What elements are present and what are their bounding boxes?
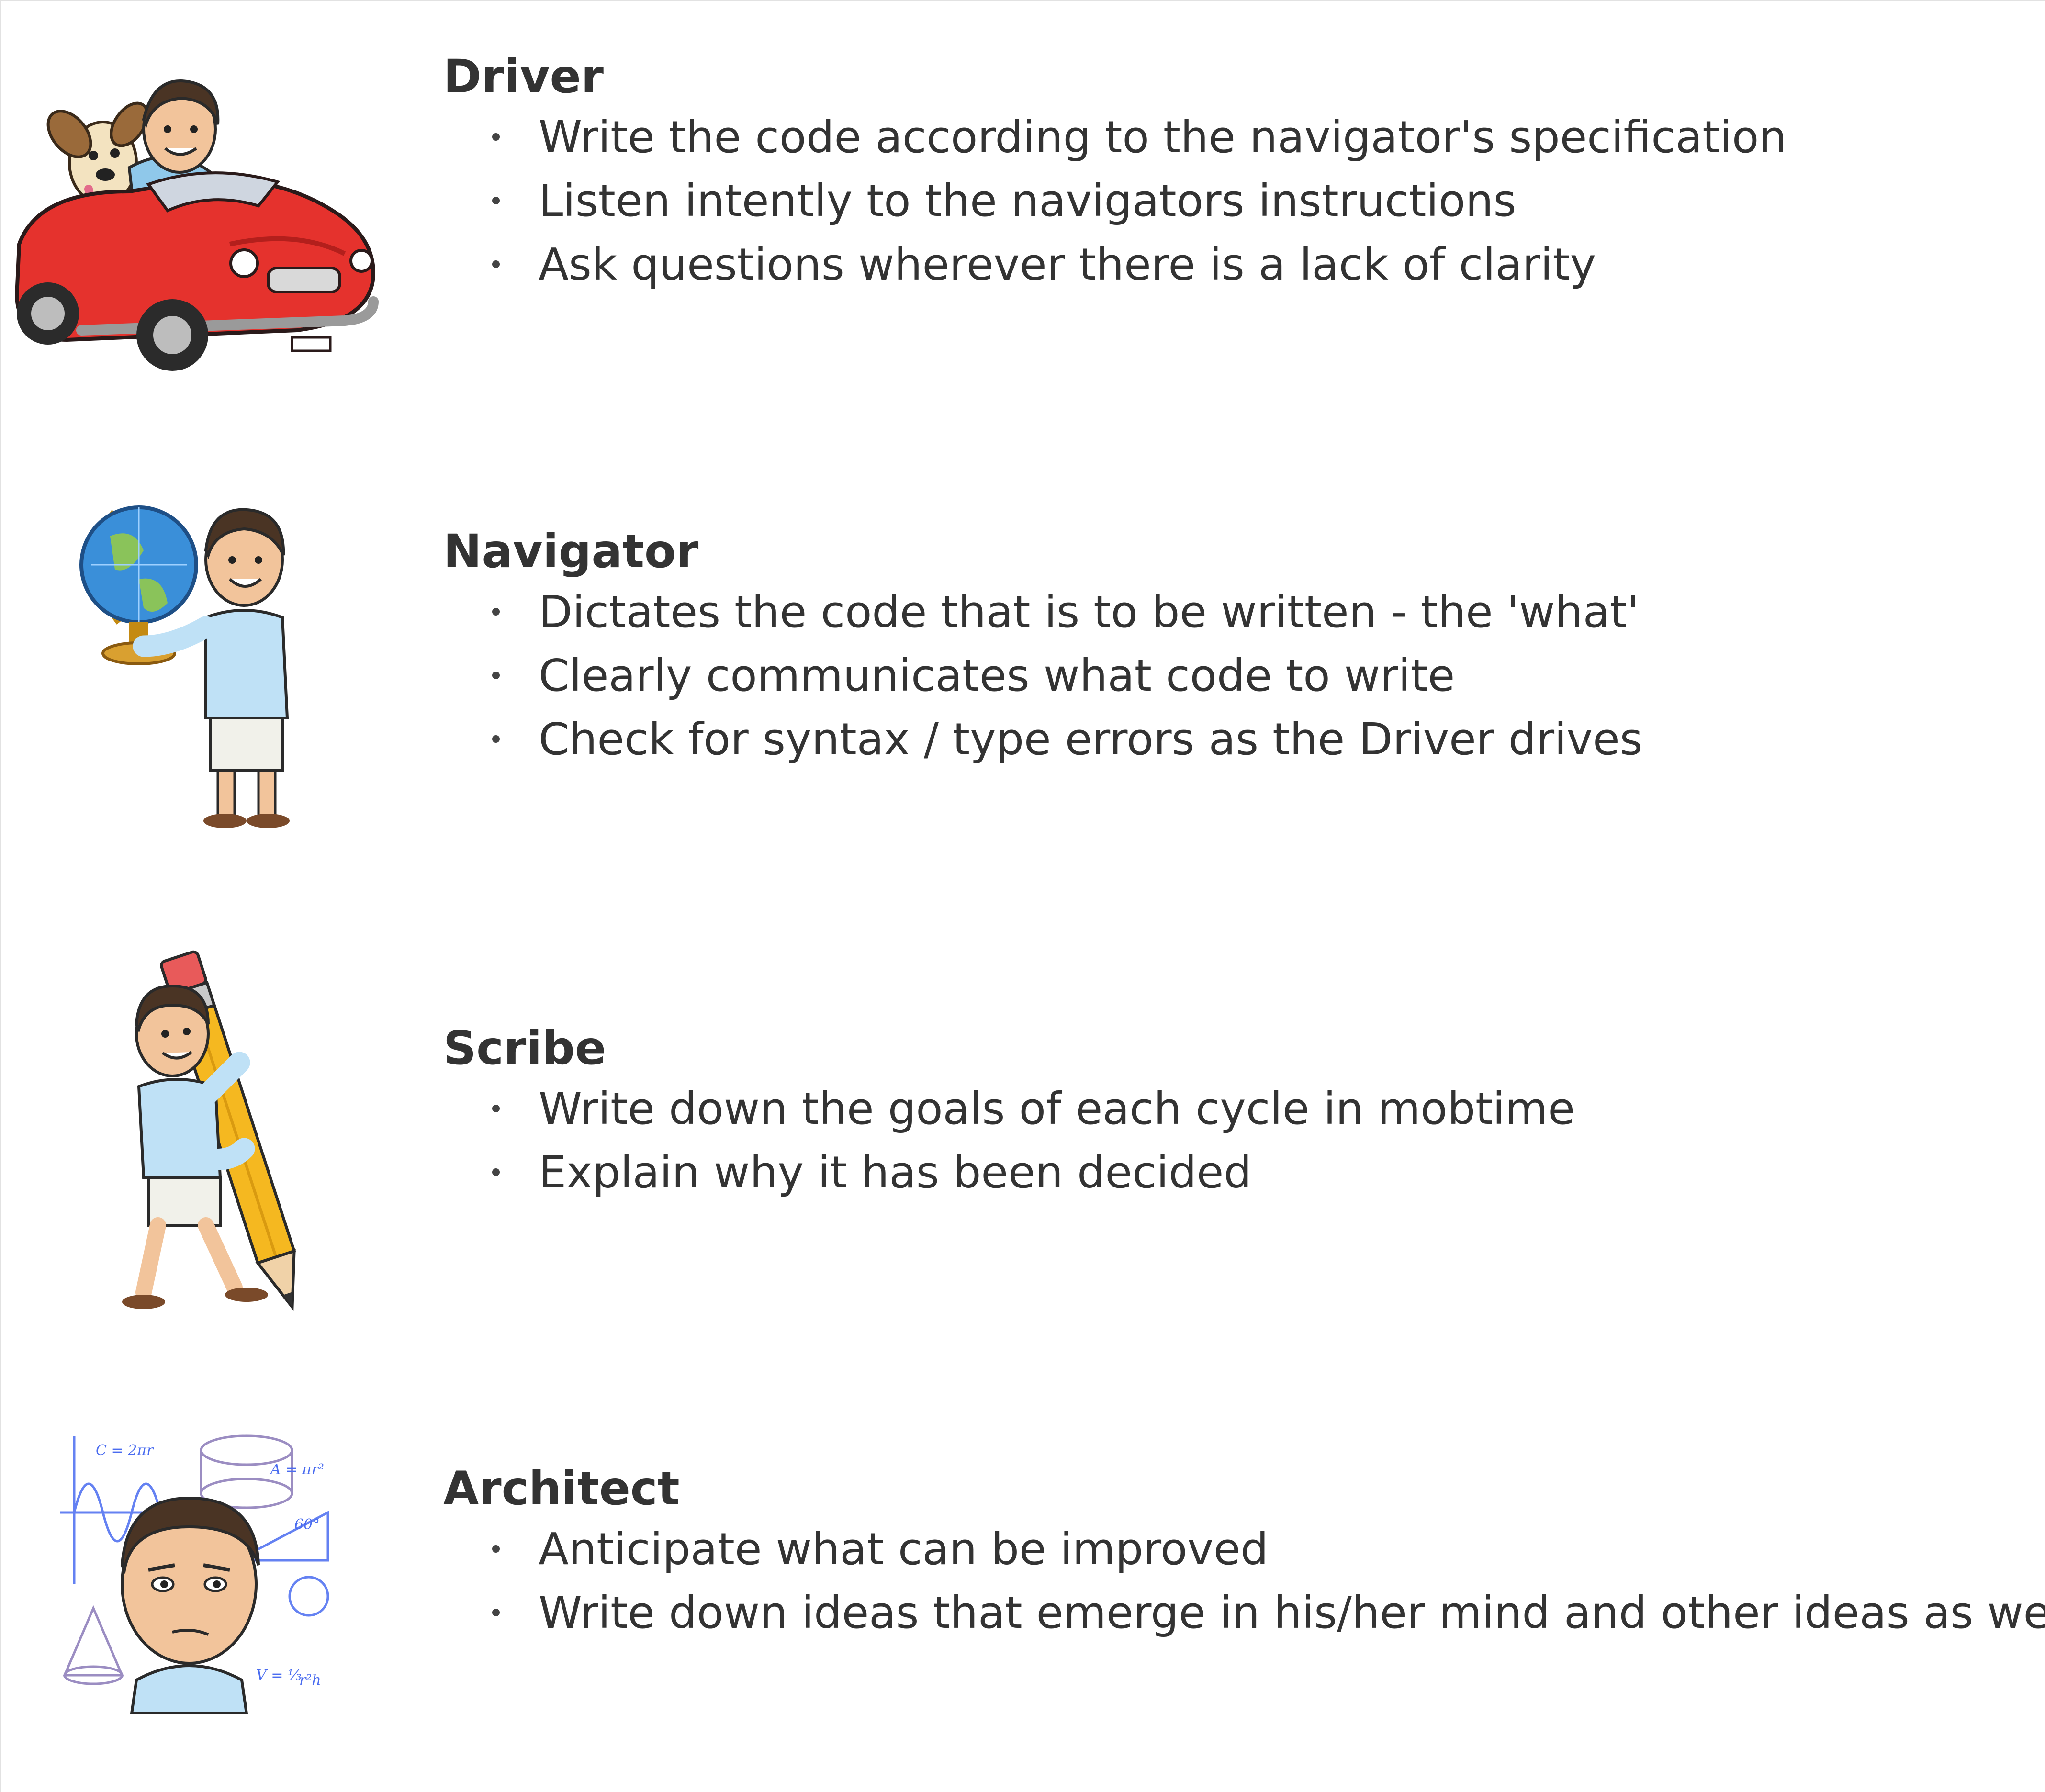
- list-item: Write down ideas that emerge in his/her …: [443, 1581, 2045, 1645]
- list-item-text: Clearly communicates what code to write: [539, 650, 1455, 701]
- role-bullet-list: Write down the goals of each cycle in mo…: [443, 1077, 1575, 1204]
- man-avatar: [122, 984, 268, 1309]
- bullet-icon: [492, 608, 500, 616]
- role-section-driver: Driver Write the code according to the n…: [0, 0, 2045, 469]
- man-avatar: [120, 1496, 260, 1714]
- list-item: Explain why it has been decided: [443, 1141, 1575, 1204]
- role-text-navigator: Navigator Dictates the code that is to b…: [443, 523, 1643, 771]
- list-item: Listen intently to the navigators instru…: [443, 169, 1787, 233]
- driver-in-red-car-illustration: [14, 79, 379, 371]
- bullet-icon: [492, 260, 500, 268]
- role-section-navigator: Navigator Dictates the code that is to b…: [0, 469, 2045, 924]
- bullet-icon: [492, 197, 500, 204]
- architect-with-math-formulas-illustration: C = 2πr A = πr² 60° V = ⅓ r²h: [60, 1434, 329, 1714]
- role-bullet-list: Anticipate what can be improved Write do…: [443, 1517, 2045, 1645]
- red-car-icon: [14, 171, 379, 371]
- role-title: Navigator: [443, 525, 699, 578]
- bullet-icon: [492, 133, 500, 141]
- role-bullet-list: Dictates the code that is to be written …: [443, 580, 1643, 771]
- role-text-scribe: Scribe Write down the goals of each cycl…: [443, 1019, 1575, 1204]
- list-item-text: Explain why it has been decided: [539, 1147, 1252, 1198]
- list-item-text: Listen intently to the navigators instru…: [539, 175, 1517, 226]
- role-text-driver: Driver Write the code according to the n…: [443, 48, 1787, 296]
- role-title: Architect: [443, 1462, 680, 1515]
- list-item: Write down the goals of each cycle in mo…: [443, 1077, 1575, 1141]
- list-item: Write the code according to the navigato…: [443, 105, 1787, 169]
- role-section-architect: C = 2πr A = πr² 60° V = ⅓ r²h Architect …: [0, 1378, 2045, 1792]
- list-item-text: Ask questions wherever there is a lack o…: [539, 239, 1596, 290]
- list-item-text: Write down ideas that emerge in his/her …: [539, 1587, 2045, 1638]
- bullet-icon: [492, 1609, 500, 1616]
- role-section-scribe: Scribe Write down the goals of each cycl…: [0, 924, 2045, 1378]
- svg-text:r²h: r²h: [299, 1672, 321, 1689]
- role-text-architect: Architect Anticipate what can be improve…: [443, 1460, 2045, 1645]
- svg-text:V = ⅓: V = ⅓: [256, 1667, 302, 1684]
- list-item: Dictates the code that is to be written …: [443, 580, 1643, 644]
- bullet-icon: [492, 672, 500, 679]
- bullet-icon: [492, 1545, 500, 1553]
- svg-text:A = πr²: A = πr²: [269, 1461, 324, 1478]
- list-item-text: Write the code according to the navigato…: [539, 112, 1787, 163]
- role-title: Scribe: [443, 1021, 607, 1075]
- list-item: Anticipate what can be improved: [443, 1517, 2045, 1581]
- navigator-holding-globe-illustration: [79, 505, 290, 828]
- svg-text:C = 2πr: C = 2πr: [96, 1442, 154, 1459]
- bullet-icon: [492, 735, 500, 743]
- role-title: Driver: [443, 50, 604, 103]
- svg-text:60°: 60°: [294, 1516, 320, 1533]
- bullet-icon: [492, 1168, 500, 1176]
- scribe-holding-giant-pencil-illustration: [122, 950, 296, 1311]
- bullet-icon: [492, 1105, 500, 1112]
- list-item-text: Write down the goals of each cycle in mo…: [539, 1083, 1575, 1134]
- role-bullet-list: Write the code according to the navigato…: [443, 105, 1787, 296]
- list-item-text: Check for syntax / type errors as the Dr…: [539, 714, 1643, 765]
- list-item: Ask questions wherever there is a lack o…: [443, 233, 1787, 296]
- list-item-text: Dictates the code that is to be written …: [539, 586, 1640, 638]
- list-item: Clearly communicates what code to write: [443, 644, 1643, 707]
- list-item-text: Anticipate what can be improved: [539, 1523, 1269, 1575]
- list-item: Check for syntax / type errors as the Dr…: [443, 707, 1643, 771]
